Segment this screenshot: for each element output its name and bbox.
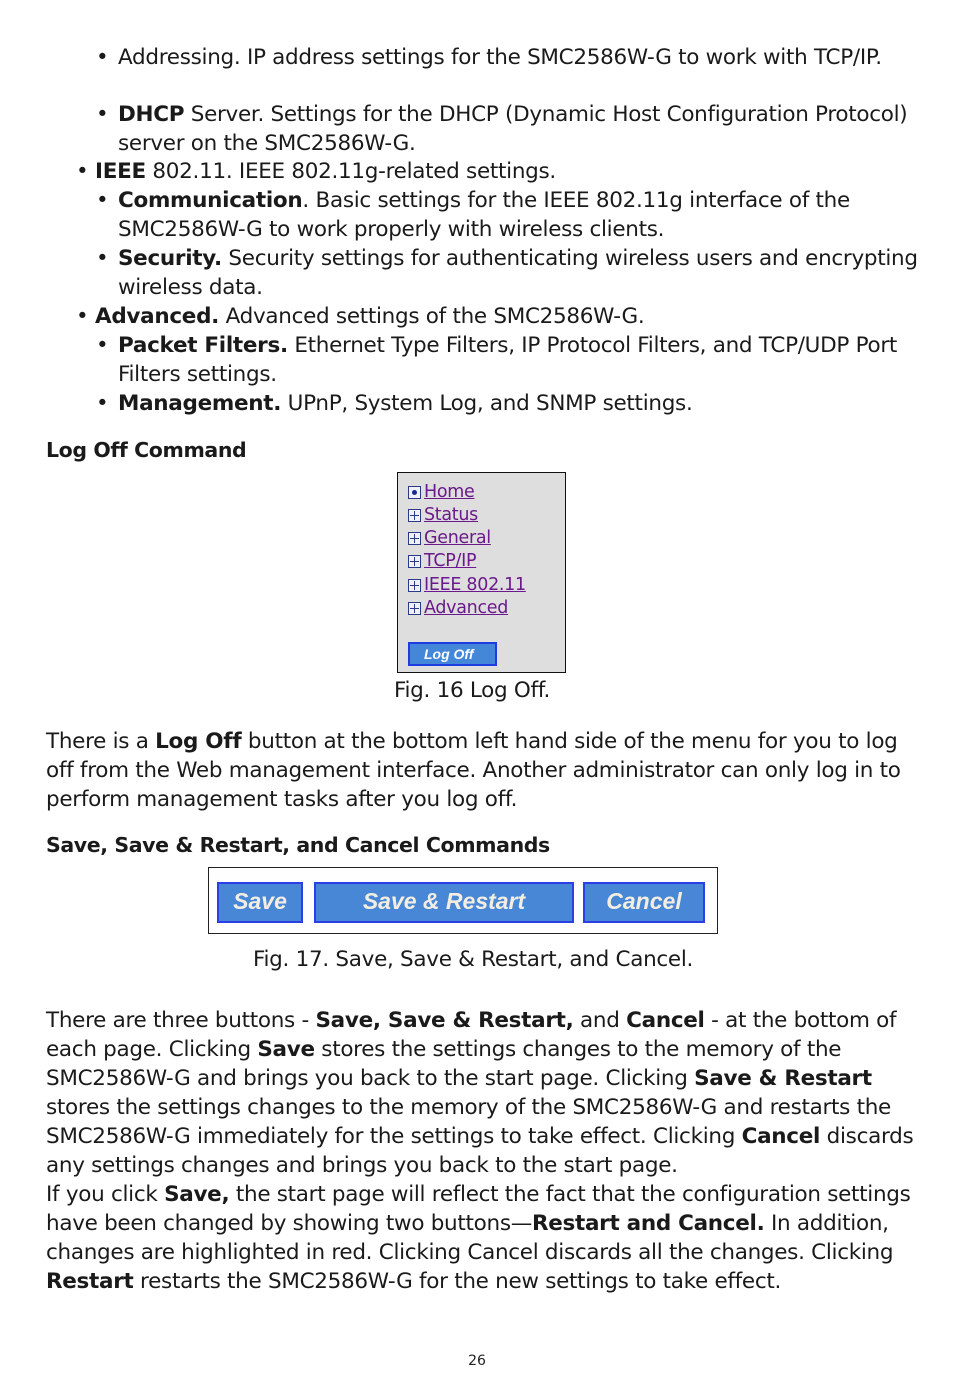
save-buttons-figure: Save Save & Restart Cancel [208,867,718,934]
cancel-button[interactable]: Cancel [583,882,705,923]
menu-link-ieee-80211[interactable]: IEEE 802.11 [424,575,526,595]
menu-item-tcpip[interactable]: TCP/IP [408,550,477,572]
expand-plus-icon[interactable] [408,531,421,545]
bullet-item-packet-filters: • Packet Filters. Ethernet Type Filters,… [96,333,897,387]
page-number: 26 [468,1353,486,1369]
menu-link-tcpip[interactable]: TCP/IP [424,551,477,571]
expand-plus-icon[interactable] [408,508,421,522]
bullet-icon: • [76,304,89,329]
log-off-paragraph: There is a Log Off button at the bottom … [46,729,901,812]
bullet-item-addressing: • Addressing. IP address settings for th… [96,45,882,70]
section-heading-log-off: Log Off Command [46,438,247,462]
menu-item-status[interactable]: Status [408,504,478,526]
menu-link-advanced[interactable]: Advanced [424,598,508,618]
menu-link-status[interactable]: Status [424,505,478,525]
bullet-icon: • [96,102,109,127]
bullet-item-ieee: • IEEE 802.11. IEEE 802.11g-related sett… [76,159,556,184]
expand-plus-icon[interactable] [408,601,421,615]
bullet-icon: • [76,159,89,184]
bullet-item-advanced: • Advanced. Advanced settings of the SMC… [76,304,645,329]
menu-link-general[interactable]: General [424,528,491,548]
menu-item-advanced[interactable]: Advanced [408,597,508,619]
menu-link-home[interactable]: Home [424,482,475,502]
log-off-button[interactable]: Log Off [408,642,497,666]
document-page: • Addressing. IP address settings for th… [0,0,954,1388]
bullet-icon: • [96,45,109,70]
save-and-restart-button[interactable]: Save & Restart [314,882,574,923]
menu-item-home[interactable]: Home [408,481,475,503]
menu-item-ieee-80211[interactable]: IEEE 802.11 [408,574,526,596]
bullet-item-management: • Management. UPnP, System Log, and SNMP… [96,391,693,416]
nav-menu-figure: Home Status General TCP/IP IEEE 802.11 A… [397,472,566,673]
bullet-item-communication: • Communication. Basic settings for the … [96,188,850,242]
bullet-item-dhcp: • DHCP Server. Settings for the DHCP (Dy… [96,102,908,156]
home-radio-icon [408,485,421,499]
bullet-icon: • [96,333,109,358]
save-button[interactable]: Save [217,882,303,923]
bullet-icon: • [96,246,109,271]
bullet-icon: • [96,391,109,416]
section-heading-save-commands: Save, Save & Restart, and Cancel Command… [46,833,550,857]
figure-caption-16: Fig. 16 Log Off. [394,678,551,703]
expand-plus-icon[interactable] [408,554,421,568]
figure-caption-17: Fig. 17. Save, Save & Restart, and Cance… [253,947,694,972]
menu-item-general[interactable]: General [408,527,491,549]
expand-plus-icon[interactable] [408,578,421,592]
bullet-icon: • [96,188,109,213]
bullet-item-security: • Security. Security settings for authen… [96,246,918,300]
save-effect-paragraph: If you click Save, the start page will r… [46,1182,911,1294]
save-commands-paragraph: There are three buttons - Save, Save & R… [46,1008,914,1178]
